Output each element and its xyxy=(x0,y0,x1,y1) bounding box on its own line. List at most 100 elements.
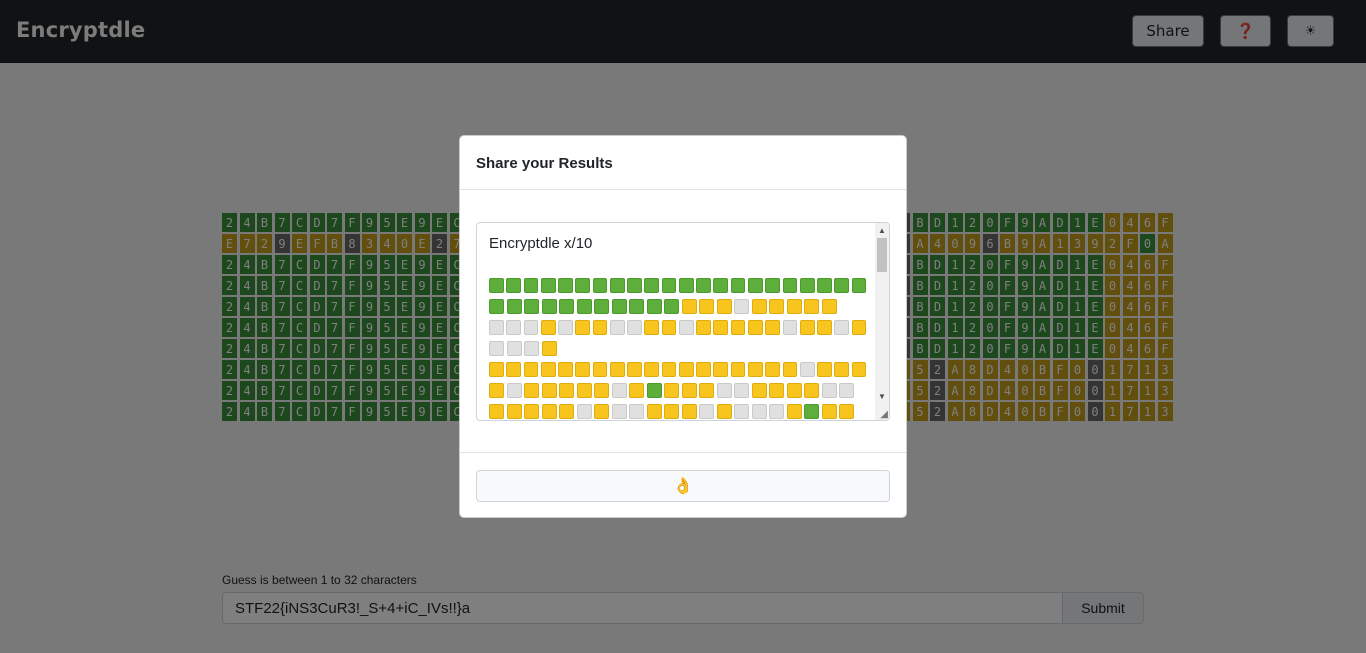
result-square xyxy=(716,404,732,419)
result-square xyxy=(576,404,592,419)
result-square xyxy=(730,362,746,377)
result-square xyxy=(523,362,539,377)
result-square xyxy=(559,404,574,419)
result-square xyxy=(699,404,714,419)
result-square xyxy=(609,320,625,335)
result-square xyxy=(506,341,522,356)
result-square xyxy=(644,320,660,335)
result-square xyxy=(559,383,574,398)
result-square xyxy=(540,278,556,293)
result-square xyxy=(609,278,625,293)
result-square xyxy=(524,383,539,398)
result-square xyxy=(834,278,850,293)
result-square xyxy=(769,383,784,398)
result-square xyxy=(646,299,662,314)
result-square xyxy=(716,383,732,398)
result-square xyxy=(747,278,763,293)
result-square xyxy=(747,362,763,377)
result-square xyxy=(696,278,711,293)
result-square xyxy=(747,320,763,335)
result-square xyxy=(786,404,802,419)
result-square xyxy=(834,362,850,377)
textarea-scrollbar[interactable]: ▲ ▼ xyxy=(875,223,889,420)
result-square xyxy=(839,383,854,398)
result-square xyxy=(817,320,832,335)
result-square xyxy=(540,320,556,335)
result-square xyxy=(644,278,660,293)
result-square xyxy=(629,383,644,398)
resize-handle-icon[interactable]: ◢ xyxy=(880,409,888,420)
square-line xyxy=(489,380,869,401)
result-square xyxy=(734,299,749,314)
result-square xyxy=(523,320,539,335)
result-square xyxy=(541,341,557,356)
result-square xyxy=(751,404,767,419)
square-line xyxy=(489,401,869,420)
result-square xyxy=(506,278,522,293)
result-square xyxy=(576,299,592,314)
result-square xyxy=(716,299,732,314)
result-square xyxy=(661,362,677,377)
result-square xyxy=(821,299,837,314)
result-square xyxy=(506,362,522,377)
result-square xyxy=(558,278,573,293)
scroll-up-icon[interactable]: ▲ xyxy=(878,226,886,235)
result-square xyxy=(696,362,711,377)
result-square xyxy=(627,320,642,335)
result-square xyxy=(524,404,539,419)
result-square xyxy=(575,320,591,335)
result-square xyxy=(611,299,627,314)
result-square xyxy=(661,278,677,293)
result-square xyxy=(489,320,504,335)
result-square xyxy=(661,320,677,335)
ok-hand-icon: 👌 xyxy=(673,478,693,495)
result-square xyxy=(799,278,815,293)
result-square xyxy=(594,404,609,419)
result-square xyxy=(592,362,608,377)
share-text-title: Encryptdle x/10 xyxy=(489,235,593,252)
result-square xyxy=(751,383,767,398)
result-square xyxy=(765,278,781,293)
result-square xyxy=(782,362,798,377)
scroll-down-icon[interactable]: ▼ xyxy=(878,392,886,401)
result-square xyxy=(804,404,819,419)
copy-button[interactable]: 👌 xyxy=(476,470,890,502)
result-square xyxy=(646,383,662,398)
result-square xyxy=(769,404,784,419)
result-square xyxy=(664,404,679,419)
result-square xyxy=(851,362,867,377)
result-square xyxy=(730,320,746,335)
result-square xyxy=(541,383,557,398)
result-square xyxy=(506,299,522,314)
result-square xyxy=(644,362,660,377)
result-squares xyxy=(489,275,869,420)
result-square xyxy=(541,299,557,314)
result-square xyxy=(575,362,591,377)
result-square xyxy=(851,278,867,293)
result-square xyxy=(699,383,714,398)
result-square xyxy=(681,383,697,398)
result-square xyxy=(629,404,644,419)
modal-footer: 👌 xyxy=(460,452,906,517)
result-square xyxy=(611,404,627,419)
result-square xyxy=(769,299,784,314)
result-square xyxy=(506,404,522,419)
scroll-thumb[interactable] xyxy=(877,238,887,272)
result-square xyxy=(678,362,694,377)
result-square xyxy=(629,299,644,314)
share-text: Encryptdle x/10 xyxy=(489,233,869,420)
result-square xyxy=(646,404,662,419)
result-square xyxy=(817,362,832,377)
result-square xyxy=(821,383,837,398)
result-square xyxy=(506,320,522,335)
square-line xyxy=(489,275,869,296)
result-square xyxy=(713,278,729,293)
share-textarea[interactable]: Encryptdle x/10 ▲ ▼ ◢ xyxy=(476,222,890,421)
result-square xyxy=(575,278,591,293)
result-square xyxy=(541,404,557,419)
result-square xyxy=(627,278,642,293)
result-square xyxy=(489,383,504,398)
result-square xyxy=(804,299,819,314)
result-square xyxy=(559,299,574,314)
result-square xyxy=(609,362,625,377)
